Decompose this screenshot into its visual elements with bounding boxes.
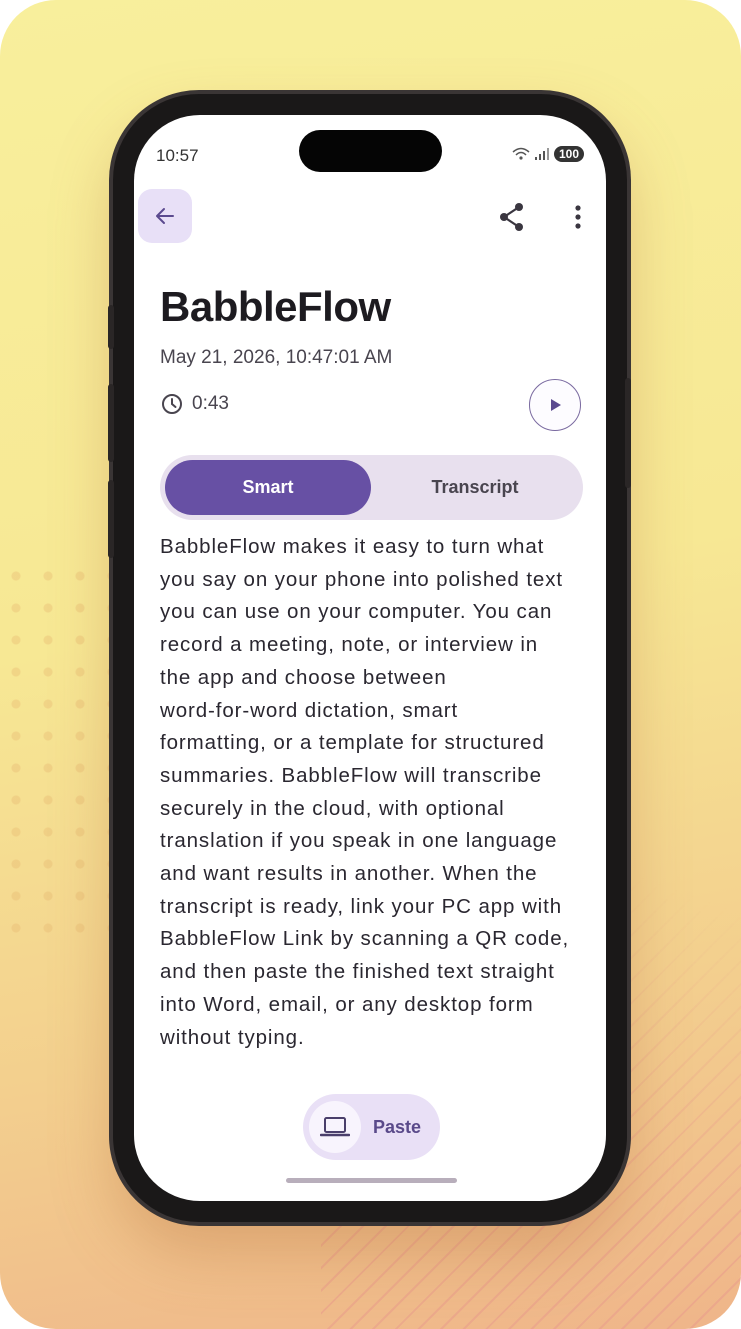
text-line: BabbleFlow makes it easy to turn what [160, 535, 545, 558]
text-line: transcript is ready, link your PC app wi… [160, 894, 563, 918]
duration-value: 0:43 [192, 393, 229, 414]
volume-down-button [108, 480, 114, 558]
text-line: translation if you speak in one language [160, 829, 558, 853]
text-line: you can use on your computer. You can [160, 600, 553, 624]
more-options-button[interactable] [560, 199, 596, 235]
text-line: and want results in another. When the [160, 862, 538, 886]
text-line: into Word, email, or any desktop form [160, 992, 534, 1016]
text-line: you say on your phone into polished text [160, 567, 563, 591]
text-line: without typing. [160, 1025, 305, 1049]
text-line: word-for-word dictation, smart [160, 698, 459, 722]
back-button[interactable] [138, 189, 192, 243]
laptop-icon [320, 1117, 350, 1137]
text-line: and then paste the finished text straigh… [160, 960, 555, 984]
tab-smart[interactable]: Smart [165, 460, 371, 515]
smart-text-content: BabbleFlow makes it easy to turn what yo… [160, 531, 588, 1054]
play-icon [551, 399, 561, 411]
text-line: summaries. BabbleFlow will transcribe [160, 763, 542, 787]
signal-icon [534, 148, 549, 160]
battery-indicator: 100 [553, 146, 584, 162]
text-line: record a meeting, note, or interview in [160, 633, 539, 657]
text-line: securely in the cloud, with optional [160, 796, 505, 820]
status-time: 10:57 [156, 146, 199, 165]
home-indicator[interactable] [286, 1178, 457, 1183]
volume-up-button [108, 384, 114, 462]
recording-date: May 21, 2026, 10:47:01 AM [160, 347, 393, 368]
action-button [108, 305, 114, 349]
recording-duration: 0:43 [160, 392, 229, 416]
paste-icon-wrap [309, 1101, 361, 1153]
paste-label: Paste [373, 1116, 422, 1137]
more-vert-icon [575, 205, 581, 229]
text-line: BabbleFlow Link by scanning a QR code, [160, 927, 570, 951]
recording-title: BabbleFlow [160, 283, 391, 330]
view-mode-tabs: Smart Transcript [160, 455, 583, 520]
share-button[interactable] [494, 199, 530, 235]
share-icon [500, 203, 523, 231]
power-button [625, 378, 631, 488]
arrow-left-icon [156, 208, 174, 224]
text-line: formatting, or a template for structured [160, 731, 545, 755]
app-screen: 10:57 100 BabbleFlow May 21, 2026, 10:47… [134, 115, 606, 1201]
clock-icon [162, 394, 182, 414]
text-line: the app and choose between [160, 665, 447, 689]
status-icons: 100 [512, 146, 584, 162]
dynamic-island [299, 130, 442, 172]
wifi-icon [512, 147, 530, 160]
paste-button[interactable]: Paste [303, 1094, 440, 1160]
tab-transcript[interactable]: Transcript [372, 460, 578, 515]
play-button[interactable] [529, 379, 581, 431]
